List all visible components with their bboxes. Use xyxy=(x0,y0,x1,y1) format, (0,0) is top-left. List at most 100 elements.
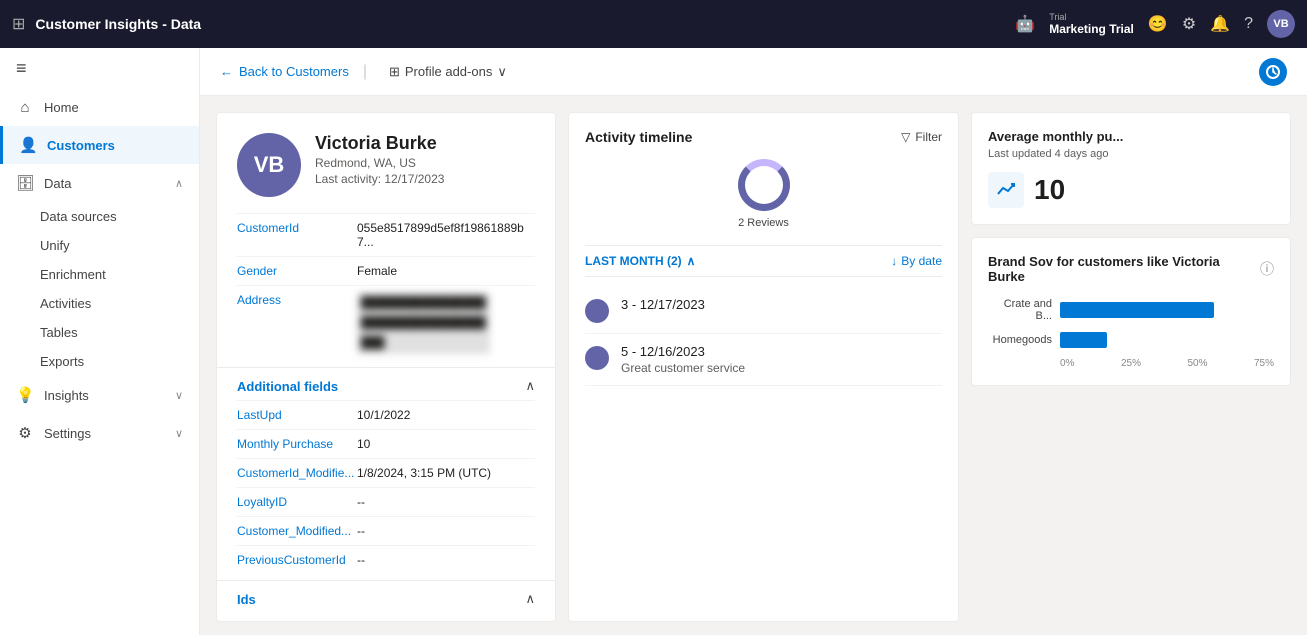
field-value-customerid-modified: 1/8/2024, 3:15 PM (UTC) xyxy=(357,466,491,480)
field-label-gender: Gender xyxy=(237,264,347,278)
activity-header: Activity timeline ▽ Filter xyxy=(585,129,942,145)
field-row-gender: Gender Female xyxy=(237,256,535,285)
ids-chevron[interactable]: ∧ xyxy=(525,591,535,607)
brand-bar xyxy=(1060,332,1107,348)
trial-label: Trial xyxy=(1049,13,1066,22)
back-label: Back to Customers xyxy=(239,64,349,79)
sidebar-item-data[interactable]: 🗄 Data ∧ xyxy=(0,164,199,202)
period-label: LAST MONTH (2) xyxy=(585,254,682,268)
sidebar-item-tables[interactable]: Tables xyxy=(40,318,199,347)
additional-fields-chevron[interactable]: ∧ xyxy=(525,378,535,394)
sidebar-item-home[interactable]: ⌂ Home xyxy=(0,89,199,126)
sidebar-label-insights: Insights xyxy=(44,388,165,403)
sidebar-item-settings[interactable]: ⚙ Settings ∨ xyxy=(0,414,199,452)
field-label-monthly-purchase: Monthly Purchase xyxy=(237,437,347,451)
ci-app-logo xyxy=(1259,58,1287,86)
sidebar-item-unify[interactable]: Unify xyxy=(40,231,199,260)
trial-name: Marketing Trial xyxy=(1049,22,1134,36)
metric-value-row: 10 xyxy=(988,172,1274,208)
axis-label: 75% xyxy=(1254,358,1274,369)
hamburger-menu[interactable]: ≡ xyxy=(0,48,199,89)
smiley-icon[interactable]: 😊 xyxy=(1148,14,1168,34)
field-value-gender: Female xyxy=(357,264,397,278)
sidebar-item-data-sources[interactable]: Data sources xyxy=(40,202,199,231)
sort-icon: ↓ xyxy=(891,254,897,268)
profile-info: Victoria Burke Redmond, WA, US Last acti… xyxy=(315,133,444,186)
profile-name: Victoria Burke xyxy=(315,133,444,154)
activity-timeline-card: Activity timeline ▽ Filter 2 Reviews LAS… xyxy=(568,112,959,622)
metric-card: Average monthly pu... Last updated 4 day… xyxy=(971,112,1291,225)
reviews-donut-chart xyxy=(738,159,790,211)
field-row-customerid-modified: CustomerId_Modifie... 1/8/2024, 3:15 PM … xyxy=(237,458,535,487)
brand-label: Homegoods xyxy=(988,334,1052,346)
app-title: Customer Insights - Data xyxy=(35,16,1005,32)
top-nav: ⊞ Customer Insights - Data 🤖 Trial Marke… xyxy=(0,0,1307,48)
filter-button[interactable]: ▽ Filter xyxy=(901,130,942,144)
brand-chart: Crate and B... Homegoods xyxy=(988,298,1274,348)
chart-axis: 0%25%50%75% xyxy=(988,358,1274,369)
metric-title: Average monthly pu... xyxy=(988,129,1274,144)
metric-trend-icon xyxy=(988,172,1024,208)
brand-title: Brand Sov for customers like Victoria Bu… xyxy=(988,254,1260,284)
period-filter-button[interactable]: LAST MONTH (2) ∧ xyxy=(585,254,695,268)
field-label-previous-customerid: PreviousCustomerId xyxy=(237,553,347,567)
field-value-loyaltyid: -- xyxy=(357,495,365,509)
profile-addons-button[interactable]: ⊞ Profile add-ons ∨ xyxy=(381,60,515,84)
back-arrow-icon: ← xyxy=(220,64,233,79)
axis-label: 25% xyxy=(1121,358,1141,369)
field-label-loyaltyid: LoyaltyID xyxy=(237,495,347,509)
field-row-lastupd: LastUpd 10/1/2022 xyxy=(237,400,535,429)
profile-last-activity: Last activity: 12/17/2023 xyxy=(315,172,444,186)
field-value-lastupd: 10/1/2022 xyxy=(357,408,410,422)
activity-item-0: 3 - 12/17/2023 xyxy=(585,287,942,334)
field-value-address: ███████████████████████████████████ xyxy=(357,293,490,354)
sidebar-item-activities[interactable]: Activities xyxy=(40,289,199,318)
filter-icon: ▽ xyxy=(901,130,910,144)
sidebar-item-insights[interactable]: 💡 Insights ∨ xyxy=(0,376,199,414)
ids-section[interactable]: Ids ∧ xyxy=(217,580,555,613)
additional-fields-section[interactable]: Additional fields ∧ xyxy=(217,367,555,400)
notifications-icon[interactable]: 🔔 xyxy=(1210,14,1230,34)
brand-card: Brand Sov for customers like Victoria Bu… xyxy=(971,237,1291,386)
activity-content-0: 3 - 12/17/2023 xyxy=(621,297,705,312)
sidebar-label-home: Home xyxy=(44,100,183,115)
user-avatar[interactable]: VB xyxy=(1267,10,1295,38)
back-to-customers-link[interactable]: ← Back to Customers xyxy=(220,64,349,79)
field-label-customer-modified: Customer_Modified... xyxy=(237,524,347,538)
activity-value-0: 3 - 12/17/2023 xyxy=(621,297,705,312)
field-label-lastupd: LastUpd xyxy=(237,408,347,422)
field-row-loyaltyid: LoyaltyID -- xyxy=(237,487,535,516)
profile-card: VB Victoria Burke Redmond, WA, US Last a… xyxy=(216,112,556,622)
settings-icon[interactable]: ⚙ xyxy=(1182,14,1196,34)
metric-number: 10 xyxy=(1034,174,1065,206)
brand-bar-row: Crate and B... xyxy=(988,298,1274,322)
sidebar-item-customers[interactable]: 👤 Customers xyxy=(0,126,199,164)
activity-sub-1: Great customer service xyxy=(621,361,745,375)
grid-icon[interactable]: ⊞ xyxy=(12,14,25,34)
brand-info-icon[interactable]: ⓘ xyxy=(1260,259,1274,279)
trial-badge: Trial Marketing Trial xyxy=(1049,13,1134,36)
metric-updated: Last updated 4 days ago xyxy=(988,148,1274,160)
sort-by-date-button[interactable]: ↓ By date xyxy=(891,254,942,268)
sidebar-item-enrichment[interactable]: Enrichment xyxy=(40,260,199,289)
field-row-customer-modified: Customer_Modified... -- xyxy=(237,516,535,545)
sidebar-label-settings: Settings xyxy=(44,426,165,441)
field-value-customer-modified: -- xyxy=(357,524,365,538)
profile-addons-chevron: ∨ xyxy=(497,64,507,80)
reviews-label: 2 Reviews xyxy=(738,217,789,229)
profile-fields: CustomerId 055e8517899d5ef8f19861889b7..… xyxy=(217,213,555,361)
ids-title: Ids xyxy=(237,592,256,607)
right-column: Average monthly pu... Last updated 4 day… xyxy=(971,112,1291,622)
field-row-previous-customerid: PreviousCustomerId -- xyxy=(237,545,535,574)
top-nav-right: 🤖 Trial Marketing Trial 😊 ⚙ 🔔 ? VB xyxy=(1015,10,1295,38)
field-label-customerid-modified: CustomerId_Modifie... xyxy=(237,466,347,480)
field-row-customerid: CustomerId 055e8517899d5ef8f19861889b7..… xyxy=(237,213,535,256)
field-row-monthly-purchase: Monthly Purchase 10 xyxy=(237,429,535,458)
sidebar-item-exports[interactable]: Exports xyxy=(40,347,199,376)
help-bot-icon[interactable]: 🤖 xyxy=(1015,14,1035,34)
brand-bar-wrap xyxy=(1060,302,1274,318)
field-value-customerid: 055e8517899d5ef8f19861889b7... xyxy=(357,221,535,249)
profile-location: Redmond, WA, US xyxy=(315,156,444,170)
field-label-address: Address xyxy=(237,293,347,354)
help-icon[interactable]: ? xyxy=(1244,15,1253,33)
